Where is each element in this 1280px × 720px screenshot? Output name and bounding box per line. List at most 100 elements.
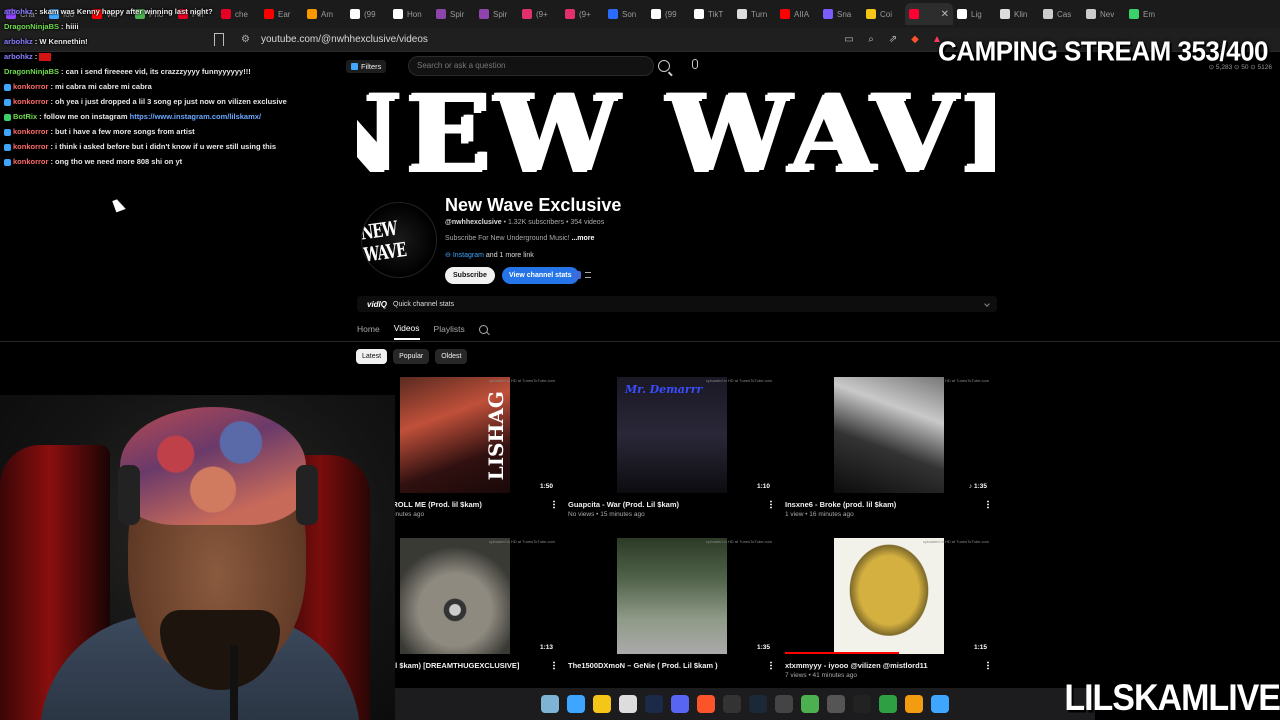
notepad-icon[interactable] (931, 695, 949, 713)
brave-shield-icon[interactable]: ◆ (908, 32, 922, 46)
browser-tab[interactable]: Spir (475, 3, 518, 25)
calendar-icon[interactable] (619, 695, 637, 713)
obs-icon[interactable] (723, 695, 741, 713)
browser-tab[interactable]: Klin (996, 3, 1039, 25)
video-thumbnail[interactable]: uploaded in HD at TunesToTube.com 1:15 (785, 538, 993, 654)
channel-links: ⊖ Instagram and 1 more link (445, 251, 534, 259)
browser-tab[interactable]: ✕ (905, 3, 953, 25)
chat-text: follow me on instagram (43, 112, 130, 121)
video-meta: 7 views • 41 minutes ago (785, 672, 858, 679)
chevron-down-icon[interactable] (984, 301, 990, 307)
more-options-icon[interactable] (553, 661, 555, 670)
channel-description[interactable]: Subscribe For New Underground Music! ...… (445, 235, 594, 242)
copilot-icon[interactable] (567, 695, 585, 713)
4k-icon[interactable] (827, 695, 845, 713)
video-card[interactable]: uploaded in HD at TunesToTube.com 1:35 The… (568, 538, 776, 672)
tabs-divider (0, 341, 1280, 342)
tab-playlists[interactable]: Playlists (434, 318, 465, 340)
menu-icon[interactable] (585, 272, 591, 278)
subscribe-button[interactable]: Subscribe (445, 267, 495, 284)
video-title[interactable]: The1500DXmoN – GeNie ( Prod. Lil $kam ) (568, 661, 758, 670)
browser-tab[interactable]: Turn (733, 3, 776, 25)
browser-tab[interactable]: (9+ (518, 3, 561, 25)
chat-message: DragonNinjaBS: can i send fireeeee vid, … (4, 64, 324, 79)
more-options-icon[interactable] (770, 661, 772, 670)
search-input[interactable]: Search or ask a question (408, 56, 654, 76)
widgets-icon[interactable] (541, 695, 559, 713)
more-options-icon[interactable] (987, 500, 989, 509)
tab-favicon-icon (694, 9, 704, 19)
video-thumbnail[interactable]: uploaded in HD at TunesToTube.com ♪ 1:35 (785, 377, 993, 493)
more-options-icon[interactable] (987, 661, 989, 670)
hd-tag: uploaded in HD at TunesToTube.com (706, 378, 772, 383)
video-thumbnail[interactable]: Mr. Demarrr uploaded in HD at TunesToTube… (568, 377, 776, 493)
zoom-icon[interactable]: ⌕ (864, 32, 878, 46)
video-card[interactable]: uploaded in HD at TunesToTube.com 1:15 xtx… (785, 538, 993, 679)
more-link[interactable]: ...more (571, 235, 594, 242)
chat-badge-icon (4, 83, 11, 91)
tab-label: Coi (880, 9, 893, 19)
more-links-link[interactable]: and 1 more link (486, 252, 534, 259)
browser-tab[interactable]: Coi (862, 3, 905, 25)
money-icon[interactable] (801, 695, 819, 713)
tab-home[interactable]: Home (357, 318, 380, 340)
video-thumbnail[interactable]: uploaded in HD at TunesToTube.com 1:35 (568, 538, 776, 654)
tab-label: Lig (971, 9, 982, 19)
browser-tab[interactable]: (99 (647, 3, 690, 25)
close-tab-icon[interactable]: ✕ (941, 9, 949, 20)
more-options-icon[interactable] (553, 500, 555, 509)
chat-username: arbohkz (4, 37, 33, 46)
video-card[interactable]: Mr. Demarrr uploaded in HD at TunesToTube… (568, 377, 776, 518)
filters-button[interactable]: Filters (346, 60, 387, 73)
video-title[interactable]: xtxmmyyy - iyooo @vilizen @mistlord11 (785, 661, 975, 670)
tab-videos[interactable]: Videos (393, 318, 420, 340)
app-icon[interactable] (775, 695, 793, 713)
video-card[interactable]: uploaded in HD at TunesToTube.com ♪ 1:35 I… (785, 377, 993, 518)
browser-tab[interactable]: Lig (953, 3, 996, 25)
microphone-icon[interactable] (692, 59, 698, 69)
search-icon[interactable] (658, 60, 670, 72)
cast-icon[interactable]: ▭ (842, 32, 856, 46)
chat-link[interactable]: https://www.instagram.com/lilskamx/ (130, 112, 261, 121)
steam-icon[interactable] (749, 695, 767, 713)
tab-search[interactable] (478, 318, 488, 340)
file-explorer-icon[interactable] (593, 695, 611, 713)
browser-tab[interactable]: Em (1125, 3, 1168, 25)
video-meta: No views • 15 minutes ago (568, 511, 645, 518)
video-title[interactable]: Guapcita - War (Prod. Lil $kam) (568, 500, 758, 509)
chip-latest[interactable]: Latest (356, 349, 388, 364)
photoshop-icon[interactable] (645, 695, 663, 713)
brave-icon[interactable] (697, 695, 715, 713)
video-title[interactable]: Insxne6 - Broke (prod. lil $kam) (785, 500, 975, 509)
chat-text: skam was Kenny happy after winning last … (39, 7, 213, 16)
chrome-icon[interactable] (879, 695, 897, 713)
chip-popular[interactable]: Popular (393, 349, 430, 364)
browser-tab[interactable]: (99 (346, 3, 389, 25)
vidiq-quick-stats-bar[interactable]: vidIQ Quick channel stats (357, 296, 997, 312)
browser-tab[interactable]: Son (604, 3, 647, 25)
browser-tab[interactable]: Nev (1082, 3, 1125, 25)
browser-tab[interactable]: Hon (389, 3, 432, 25)
browser-tab[interactable]: Sna (819, 3, 862, 25)
browser-tab[interactable]: Cas (1039, 3, 1082, 25)
view-channel-stats-button[interactable]: View channel stats (502, 267, 579, 284)
vidiq-extension-icon[interactable] (573, 271, 581, 279)
capcut-icon[interactable] (853, 695, 871, 713)
thumbnail-artwork: Mr. Demarrr (617, 377, 727, 493)
fl-studio-icon[interactable] (905, 695, 923, 713)
browser-tab[interactable]: Spir (432, 3, 475, 25)
discord-icon[interactable] (671, 695, 689, 713)
chat-message: konkorror: oh yea i just dropped a lil 3… (4, 94, 324, 109)
more-options-icon[interactable] (770, 500, 772, 509)
channel-avatar[interactable]: NEW WAVE (361, 202, 437, 278)
share-icon[interactable]: ⇗ (886, 32, 900, 46)
tab-label: Turn (751, 9, 768, 19)
channel-header: NEW WAVE New Wave Exclusive @nwhhexclusi… (357, 192, 997, 292)
chat-text: hiiii (65, 22, 79, 31)
browser-tab[interactable]: TikT (690, 3, 733, 25)
browser-tab[interactable]: AIIA (776, 3, 819, 25)
chip-oldest[interactable]: Oldest (435, 349, 468, 364)
instagram-link[interactable]: Instagram (453, 252, 484, 259)
browser-tab[interactable]: (9+ (561, 3, 604, 25)
chat-message: konkorror: but i have a few more songs f… (4, 124, 324, 139)
